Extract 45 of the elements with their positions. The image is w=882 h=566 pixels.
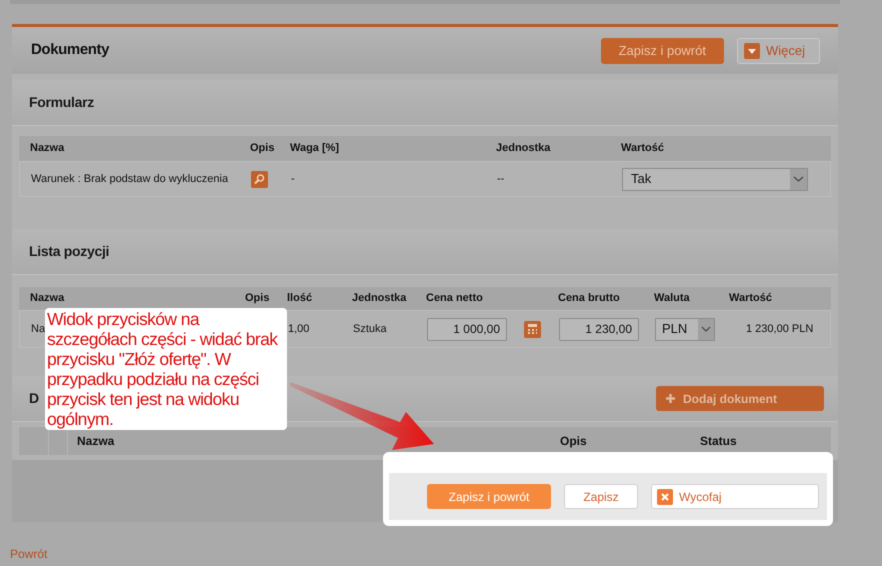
table-cell-text: Sztuka bbox=[353, 322, 388, 337]
add-document-button[interactable]: Dodaj dokument bbox=[656, 386, 824, 411]
column-header: Wartość bbox=[621, 141, 665, 156]
column-header: Nazwa bbox=[30, 291, 66, 306]
plus-icon bbox=[666, 394, 675, 403]
chevron-down-icon bbox=[698, 318, 714, 340]
column-header: Nazwa bbox=[30, 141, 66, 156]
dropdown[interactable]: Tak bbox=[622, 168, 808, 190]
annotation-text: Widok przycisków na szczegółach części - widać brak przycisku "Złóż ofertę". W przypadku podziału na części przycisk ten jest na widoku ogólnym. bbox=[47, 309, 279, 429]
column-header: Jednostka bbox=[352, 291, 408, 306]
caret-icon bbox=[744, 42, 760, 58]
input-field[interactable]: 1 230,00 bbox=[559, 318, 639, 340]
table-cell-text: -- bbox=[497, 172, 506, 187]
column-header: Jednostka bbox=[496, 141, 552, 156]
column-header: Cena brutto bbox=[558, 291, 621, 306]
chevron-down-icon bbox=[790, 168, 807, 190]
section-title: Formularz bbox=[29, 93, 94, 112]
table-cell-text: 1,00 bbox=[288, 322, 310, 337]
column-header: Nazwa bbox=[76, 433, 116, 450]
table-cell-text: 1 230,00 PLN bbox=[745, 322, 814, 337]
section-title: D bbox=[29, 389, 39, 408]
table-cell-text: Warunek : Brak podstaw do wykluczenia bbox=[31, 172, 230, 187]
section-title: Lista pozycji bbox=[29, 242, 110, 261]
column-header: Opis bbox=[245, 291, 270, 306]
save-return-button[interactable]: Zapisz i powrót bbox=[427, 484, 551, 509]
column-header: Cena netto bbox=[426, 291, 484, 306]
table-cell-text: - bbox=[291, 172, 296, 187]
calculator-icon[interactable] bbox=[524, 320, 541, 338]
column-header: Waluta bbox=[654, 291, 691, 306]
column-header: Wartość bbox=[729, 291, 773, 306]
column-header: llość bbox=[287, 291, 314, 306]
column-header: Status bbox=[699, 433, 738, 450]
input-field[interactable]: 1 000,00 bbox=[427, 318, 507, 340]
close-icon bbox=[657, 488, 673, 504]
more-button[interactable]: Więcej bbox=[736, 38, 820, 64]
dropdown[interactable]: PLN bbox=[655, 318, 715, 340]
cancel-button[interactable]: Wycofaj bbox=[651, 484, 819, 509]
magnifier-icon[interactable] bbox=[251, 170, 268, 188]
save-return-button[interactable]: Zapisz i powrót bbox=[600, 38, 724, 64]
page-title: Dokumenty bbox=[31, 40, 110, 60]
column-header: Waga [%] bbox=[290, 141, 340, 156]
save-button[interactable]: Zapisz bbox=[564, 484, 638, 509]
column-header: Opis bbox=[250, 141, 276, 156]
column-header: Opis bbox=[559, 433, 588, 450]
back-link[interactable]: Powrót bbox=[10, 547, 48, 561]
